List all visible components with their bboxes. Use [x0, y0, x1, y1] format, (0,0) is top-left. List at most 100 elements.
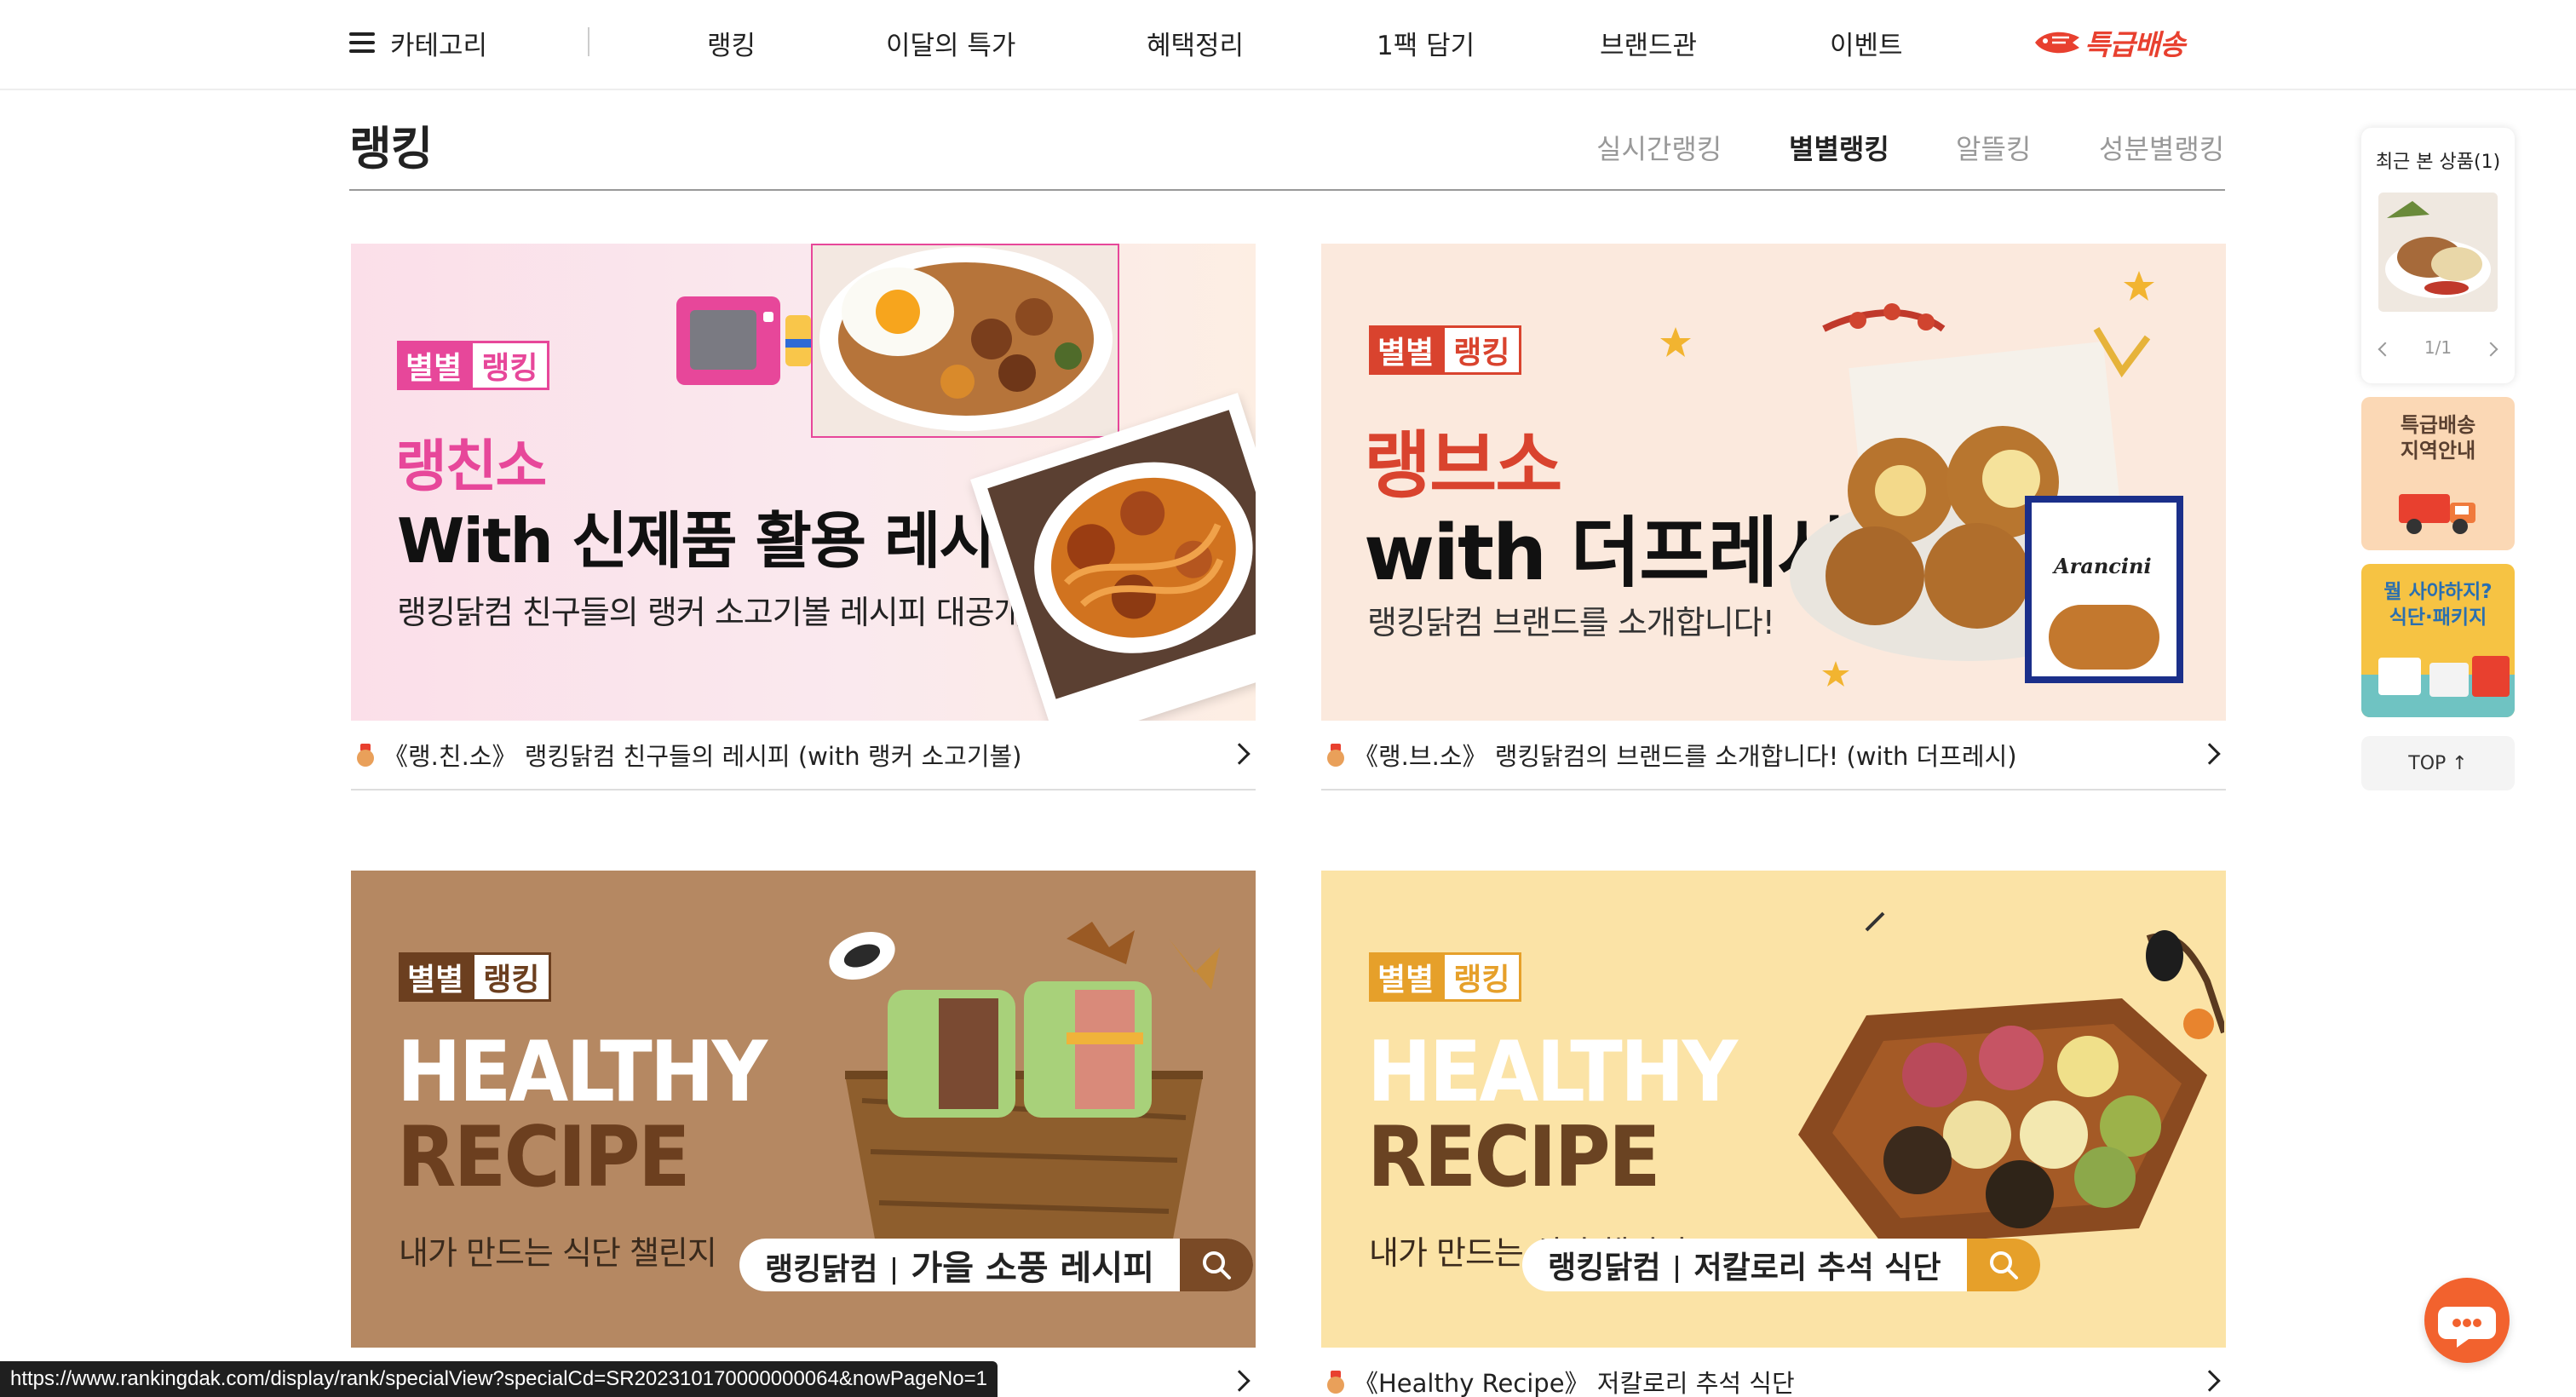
medal-icon	[1326, 1371, 1345, 1394]
nav-event[interactable]: 이벤트	[1830, 19, 1903, 66]
chevron-right-icon	[1228, 743, 1251, 765]
badge-part-b: 랭킹	[470, 341, 549, 390]
pasta-food-image	[987, 410, 1256, 699]
recipe-pill: 랭킹닭컴 저칼로리 추석 식단	[1522, 1239, 2040, 1291]
express-delivery-link[interactable]: 특급배송	[2032, 20, 2185, 65]
tab-value-ranking[interactable]: 알뜰킹	[1956, 128, 2031, 167]
nav-divider	[588, 27, 589, 56]
arancini-package: Arancini	[2025, 496, 2183, 683]
chevron-right-icon	[2199, 743, 2221, 765]
card-banner[interactable]: 별별 랭킹 HEALTHY RECIPE 내가 만드는 식단 챌린지	[1321, 871, 2226, 1348]
ranking-card-1: 별별 랭킹 랭친소 With 신제품 활용 레시피 랭킹닭컴 친구들의 랭커 소…	[351, 244, 1256, 790]
nav-one-pack[interactable]: 1팩 담기	[1377, 19, 1475, 66]
search-icon-button[interactable]	[1179, 1239, 1253, 1291]
badge-part-a: 별별	[399, 952, 473, 1002]
banner-subtitle: 랭킹닭컴 친구들의 랭커 소고기볼 레시피 대공개!	[397, 594, 1036, 631]
chevron-right-icon	[1228, 1370, 1251, 1392]
banner-badge: 별별 랭킹	[1369, 952, 1521, 1002]
search-icon-button[interactable]	[1966, 1239, 2040, 1291]
recipe-photo-2	[970, 393, 1256, 721]
hamburger-icon	[349, 32, 375, 53]
pill-title: 저칼로리 추석 식단	[1693, 1250, 1941, 1285]
express-area-button[interactable]: 특급배송 지역안내	[2361, 397, 2515, 550]
ranking-card-2: 별별 랭킹 랭브소 with 더프레시 랭킹닭컴 브랜드를 소개합니다! Ara…	[1321, 244, 2226, 790]
microwave-illustration	[676, 296, 811, 385]
recent-products: 최근 본 상품(1) 1/1	[2361, 128, 2515, 383]
package-food	[2049, 605, 2159, 670]
pill-divider	[1676, 1256, 1679, 1283]
link-status-url: https://www.rankingdak.com/display/rank/…	[0, 1361, 998, 1397]
chevron-right-icon	[2199, 1370, 2221, 1392]
banner-line-1: HEALTHY	[397, 1024, 768, 1121]
card-caption-link[interactable]: 《랭.브.소》 랭킹닭컴의 브랜드를 소개합니다! (with 더프레시)	[1321, 721, 2226, 790]
pill-text: 랭킹닭컴 저칼로리 추석 식단	[1522, 1243, 1967, 1287]
category-menu-button[interactable]: 카테고리	[349, 19, 487, 66]
banner-badge: 별별 랭킹	[399, 952, 551, 1002]
banner-line-2: RECIPE	[1367, 1109, 1661, 1206]
card-banner[interactable]: 별별 랭킹 HEALTHY RECIPE 내가 만드는 식단 챌린지	[351, 871, 1256, 1348]
badge-part-a: 별별	[1369, 325, 1443, 375]
product-image	[2378, 193, 2498, 312]
recent-pager: 1/1	[2361, 337, 2515, 363]
chat-button[interactable]	[2424, 1278, 2510, 1363]
scroll-top-button[interactable]: TOP ↑	[2361, 736, 2515, 790]
express-fish-icon	[2035, 32, 2079, 54]
quick-menu: 최근 본 상품(1) 1/1 특급배송 지역안내 뭘 사야하지? 식단·패키지 …	[2361, 128, 2515, 790]
express-area-text: 특급배송 지역안내	[2400, 413, 2476, 463]
caption-text: 《랭.친.소》 랭킹닭컴 친구들의 레시피 (with 랭커 소고기볼)	[383, 742, 1022, 771]
caption-text: 《랭.브.소》 랭킹닭컴의 브랜드를 소개합니다! (with 더프레시)	[1354, 742, 2017, 771]
chat-bubble-icon	[2438, 1307, 2496, 1348]
search-icon	[1989, 1251, 2018, 1279]
pill-title: 가을 소풍 레시피	[911, 1249, 1154, 1288]
package-label: Arancini	[2054, 554, 2152, 578]
ranking-card-3: 별별 랭킹 HEALTHY RECIPE 내가 만드는 식단 챌린지 랭킹닭컴 …	[351, 871, 1256, 1392]
nav-ranking[interactable]: 랭킹	[707, 19, 756, 66]
badge-part-b: 랭킹	[1442, 325, 1521, 375]
banner-subtitle: 랭킹닭컴 브랜드를 소개합니다!	[1367, 604, 1775, 641]
package-illustration	[2361, 656, 2515, 717]
banner-badge: 별별 랭킹	[397, 341, 549, 390]
card-caption-link[interactable]: 《랭.친.소》 랭킹닭컴 친구들의 레시피 (with 랭커 소고기볼)	[351, 721, 1256, 790]
banner-subtitle: 내가 만드는 식단 챌린지	[399, 1234, 717, 1272]
recipe-photo-1	[811, 244, 1119, 438]
badge-part-b: 랭킹	[1442, 952, 1521, 1002]
package-promo-button[interactable]: 뭘 사야하지? 식단·패키지	[2361, 564, 2515, 717]
rice-ball-food-image	[1798, 911, 2224, 1245]
badge-part-a: 별별	[1369, 952, 1443, 1002]
search-icon	[1202, 1251, 1231, 1279]
tab-realtime-ranking[interactable]: 실시간랭킹	[1596, 128, 1722, 167]
tab-ingredient-ranking[interactable]: 성분별랭킹	[2099, 128, 2224, 167]
title-divider	[349, 189, 2225, 191]
caption-text: 《Healthy Recipe》 저칼로리 추석 식단	[1354, 1369, 1795, 1397]
category-label: 카테고리	[390, 30, 488, 61]
banner-badge: 별별 랭킹	[1369, 325, 1521, 375]
medal-icon	[356, 744, 375, 767]
sandwich-food-image	[829, 922, 1220, 1262]
recent-product-thumbnail[interactable]	[2378, 193, 2498, 312]
global-nav: 카테고리 랭킹 이달의 특가 혜택정리 1팩 담기 브랜드관 이벤트 특급배송	[0, 0, 2576, 90]
pill-brand: 랭킹닭컴	[1548, 1250, 1661, 1285]
recipe-pill: 랭킹닭컴 가을 소풍 레시피	[739, 1239, 1253, 1291]
page-title: 랭킹	[349, 122, 433, 175]
banner-line-2: RECIPE	[397, 1109, 691, 1206]
bowl-food-image	[819, 247, 1113, 431]
pill-text: 랭킹닭컴 가을 소풍 레시피	[739, 1240, 1180, 1290]
tab-special-ranking[interactable]: 별별랭킹	[1789, 128, 1889, 167]
badge-part-a: 별별	[397, 341, 471, 390]
recent-title: 최근 본 상품(1)	[2375, 152, 2501, 173]
pill-brand: 랭킹닭컴	[765, 1252, 878, 1287]
nav-brand-hall[interactable]: 브랜드관	[1600, 19, 1697, 66]
ranking-card-4: 별별 랭킹 HEALTHY RECIPE 내가 만드는 식단 챌린지	[1321, 871, 2226, 1397]
pill-divider	[893, 1257, 896, 1285]
card-caption-link[interactable]: 《Healthy Recipe》 저칼로리 추석 식단	[1321, 1348, 2226, 1397]
card-banner[interactable]: 별별 랭킹 랭브소 with 더프레시 랭킹닭컴 브랜드를 소개합니다! Ara…	[1321, 244, 2226, 721]
card-banner[interactable]: 별별 랭킹 랭친소 With 신제품 활용 레시피 랭킹닭컴 친구들의 랭커 소…	[351, 244, 1256, 721]
star-decoration	[1660, 327, 1691, 357]
page: 카테고리 랭킹 이달의 특가 혜택정리 1팩 담기 브랜드관 이벤트 특급배송 …	[0, 0, 2576, 1397]
package-promo-text: 뭘 사야하지? 식단·패키지	[2383, 581, 2493, 629]
nav-benefits[interactable]: 혜택정리	[1147, 19, 1244, 66]
nav-monthly-deal[interactable]: 이달의 특가	[886, 19, 1015, 66]
express-label: 특급배송	[2084, 28, 2185, 61]
badge-part-b: 랭킹	[472, 952, 551, 1002]
medal-icon	[1326, 744, 1345, 767]
